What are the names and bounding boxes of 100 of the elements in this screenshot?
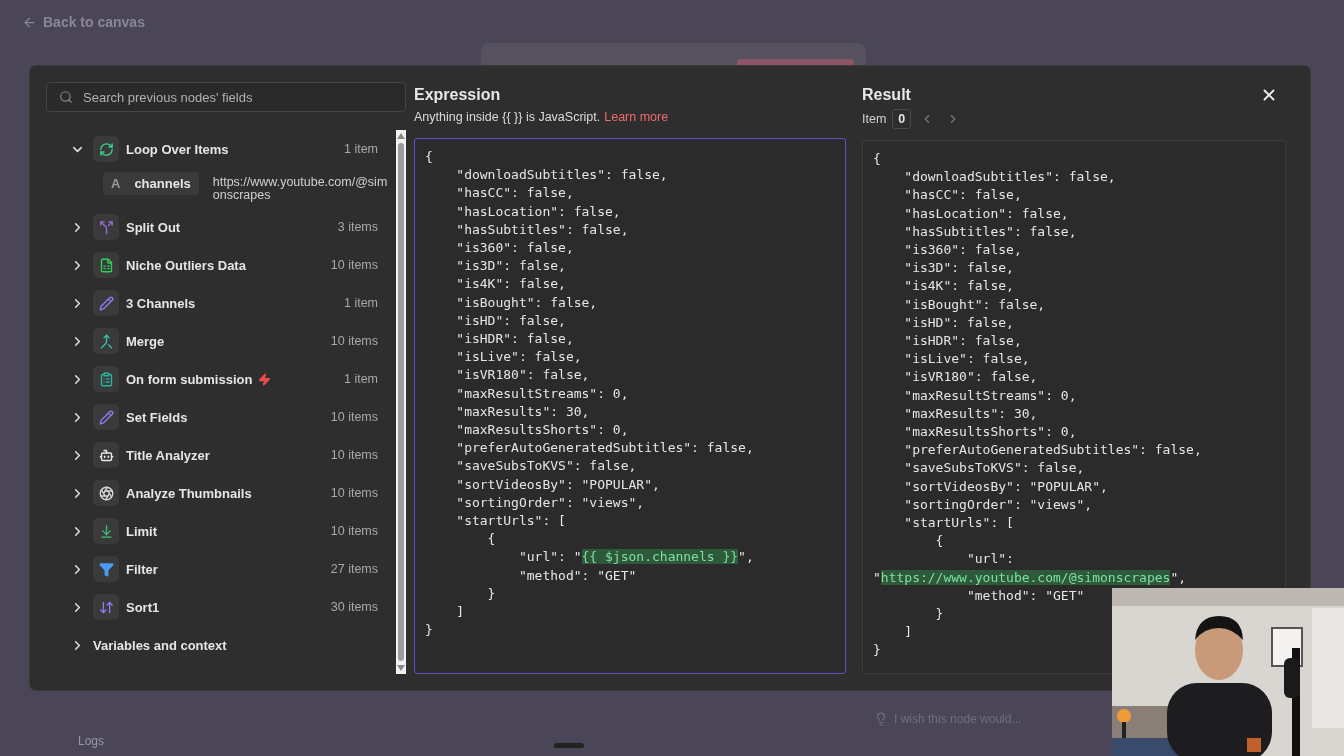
- code-line: "preferAutoGeneratedSubtitles": false,: [903, 441, 1203, 460]
- node-label: Split Out: [126, 219, 181, 235]
- code-line: "isVR180": false,: [455, 366, 591, 385]
- item-count: 10 items: [330, 334, 378, 348]
- field-chip[interactable]: A channels: [103, 172, 199, 195]
- sort-icon: [98, 599, 114, 615]
- code-line: "isLive": false,: [903, 350, 1031, 369]
- code-line: }: [873, 641, 882, 660]
- split-icon: [98, 219, 114, 235]
- form-icon: [98, 371, 114, 387]
- string-type-icon: A: [111, 176, 121, 191]
- robot-icon: [98, 447, 114, 463]
- drag-handle[interactable]: [554, 743, 585, 748]
- code-line: "hasCC": false,: [455, 184, 575, 203]
- item-count: 1 item: [343, 296, 378, 310]
- code-line: {: [486, 530, 497, 549]
- learn-more-link[interactable]: Learn more: [604, 110, 669, 128]
- code-line: }: [486, 584, 497, 603]
- item-count: 10 items: [330, 486, 378, 500]
- search-icon: [59, 90, 73, 104]
- lightning-icon: [258, 372, 272, 386]
- code-line: "sortingOrder": "views",: [903, 495, 1094, 514]
- code-line: "isBought": false,: [455, 293, 599, 312]
- node-label: Set Fields: [126, 409, 188, 425]
- code-line: ]: [903, 623, 914, 642]
- code-line: "isVR180": false,: [903, 368, 1039, 387]
- code-line: "downloadSubtitles": false,: [903, 168, 1117, 187]
- item-count: 10 items: [330, 524, 378, 538]
- node-label: Variables and context: [93, 637, 227, 653]
- node-label: Niche Outliers Data: [126, 257, 246, 273]
- code-line: "isBought": false,: [903, 295, 1047, 314]
- back-arrow-icon: [22, 14, 37, 30]
- node-label: Title Analyzer: [126, 447, 210, 463]
- item-count: 10 items: [330, 448, 378, 462]
- item-count: 30 items: [330, 600, 378, 614]
- tree-item[interactable]: Limit 10 items: [70, 512, 396, 550]
- result-title: Result: [862, 86, 911, 104]
- tree-item[interactable]: Variables and context: [70, 626, 396, 664]
- code-line: "method": "GET": [965, 586, 1086, 605]
- tree-item[interactable]: Analyze Thumbnails 10 items: [70, 474, 396, 512]
- item-index-field[interactable]: 0: [892, 109, 912, 129]
- tree-item[interactable]: Filter 27 items: [70, 550, 396, 588]
- search-field[interactable]: Search previous nodes' fields: [46, 82, 406, 112]
- tree-item[interactable]: On form submission 1 item: [70, 360, 396, 398]
- code-line: "is3D": false,: [903, 259, 1015, 278]
- item-count: 10 items: [330, 410, 378, 424]
- code-line: "hasSubtitles": false,: [903, 222, 1078, 241]
- tree-item[interactable]: 3 Channels 1 item: [70, 284, 396, 322]
- expression-title: Expression: [414, 86, 502, 104]
- code-line: "maxResultStreams": 0,: [455, 384, 630, 403]
- pencil-icon: [98, 295, 114, 311]
- tree-item[interactable]: Title Analyzer 10 items: [70, 436, 396, 474]
- code-line: {: [873, 150, 882, 168]
- code-line: "hasSubtitles": false,: [455, 220, 630, 239]
- code-line: "hasLocation": false,: [455, 202, 622, 221]
- code-line: "startUrls": [: [455, 512, 567, 531]
- item-count: 1 item: [343, 142, 378, 156]
- logs-label: Logs: [78, 734, 105, 748]
- code-line: "is360": false,: [455, 239, 575, 257]
- code-line: "startUrls": [: [903, 514, 1015, 533]
- tree-item[interactable]: Loop Over Items 1 item: [70, 130, 396, 168]
- code-line: "url":: [965, 550, 1015, 569]
- tree-item[interactable]: Set Fields 10 items: [70, 398, 396, 436]
- code-line: "saveSubsToKVS": false,: [903, 459, 1086, 478]
- item-count: 3 items: [337, 220, 378, 234]
- code-line: "sortingOrder": "views",: [455, 493, 646, 512]
- node-label: Limit: [126, 523, 158, 539]
- code-line: ]: [455, 603, 466, 622]
- code-line: "method": "GET": [517, 566, 638, 585]
- code-line: "maxResultStreams": 0,: [903, 386, 1078, 405]
- node-label: Sort1: [126, 599, 160, 615]
- item-count: 27 items: [330, 562, 378, 576]
- tree-item[interactable]: Sort1 30 items: [70, 588, 396, 626]
- node-label: Analyze Thumbnails: [126, 485, 252, 501]
- code-line: }: [425, 621, 434, 640]
- code-line: "maxResults": 30,: [455, 402, 591, 421]
- tree-item[interactable]: Niche Outliers Data 10 items: [70, 246, 396, 284]
- code-line: "isHD": false,: [455, 311, 567, 330]
- item-label: Item: [862, 112, 887, 126]
- node-label: Merge: [126, 333, 165, 349]
- code-line: "downloadSubtitles": false,: [455, 166, 669, 185]
- code-line: "isHDR": false,: [455, 330, 575, 349]
- tree-item[interactable]: Merge 10 items: [70, 322, 396, 360]
- hint-text: Anything inside {{ }} is JavaScript.: [414, 110, 601, 126]
- code-line: "hasCC": false,: [903, 186, 1023, 205]
- code-line: "sortVideosBy": "POPULAR",: [903, 477, 1109, 496]
- code-line: "isHDR": false,: [903, 332, 1023, 351]
- item-count: 10 items: [330, 258, 378, 272]
- merge-icon: [98, 333, 114, 349]
- node-label: Filter: [126, 561, 158, 577]
- code-line: "saveSubsToKVS": false,: [455, 457, 638, 476]
- tree-item[interactable]: Split Out 3 items: [70, 208, 396, 246]
- code-line: "maxResultsShorts": 0,: [455, 421, 630, 440]
- expression-editor[interactable]: [414, 138, 846, 674]
- item-count: 1 item: [343, 372, 378, 386]
- code-line: "maxResultsShorts": 0,: [903, 423, 1078, 442]
- pencil-icon: [98, 409, 114, 425]
- code-line: "sortVideosBy": "POPULAR",: [455, 475, 661, 494]
- aperture-icon: [98, 485, 114, 501]
- scrollbar[interactable]: [396, 130, 406, 674]
